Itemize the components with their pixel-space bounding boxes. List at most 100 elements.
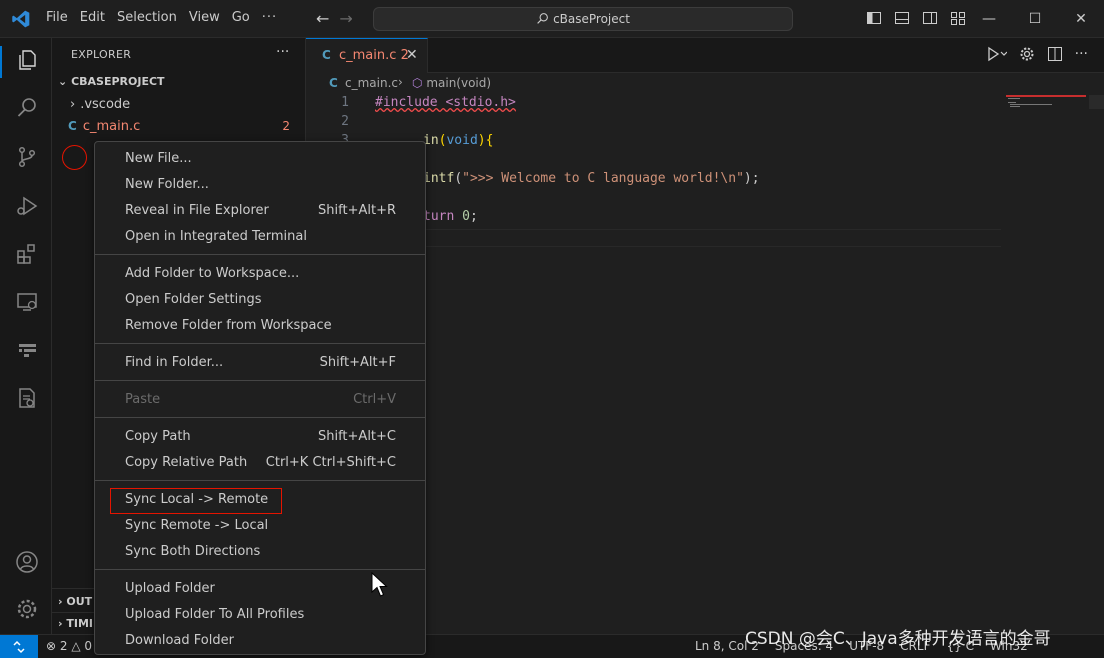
- code-line-1: #include <stdio.h>: [375, 95, 516, 110]
- annotation-circle: [62, 145, 87, 170]
- error-icon: ⊗: [46, 639, 57, 653]
- line-number: 2: [341, 114, 349, 129]
- chevron-right-icon: ›: [70, 97, 76, 112]
- function-cube-icon: ⬡: [412, 76, 423, 90]
- menu-bar: File Edit Selection View Go ···: [40, 10, 283, 25]
- toggle-primary-sidebar-icon[interactable]: [866, 10, 882, 26]
- tab-label: c_main.c 2: [339, 48, 409, 63]
- remote-indicator-icon[interactable]: [0, 635, 38, 658]
- layout-controls: [866, 10, 966, 26]
- menu-item-copy-relative-path[interactable]: Copy Relative Path Ctrl+K Ctrl+Shift+C: [95, 450, 425, 476]
- menu-item-open-folder-settings[interactable]: Open Folder Settings: [95, 287, 425, 313]
- code-line-7: turn 0;: [423, 209, 478, 224]
- run-debug-icon[interactable]: [14, 193, 40, 219]
- tree-item-label: c_main.c: [82, 119, 141, 134]
- timeline-section-label: TIMI: [66, 617, 94, 630]
- menu-go[interactable]: Go: [226, 10, 256, 25]
- menu-more[interactable]: ···: [256, 10, 283, 25]
- current-line-highlight: [370, 229, 1001, 247]
- menu-edit[interactable]: Edit: [74, 10, 111, 25]
- timeline-section-header[interactable]: › TIMI: [58, 617, 93, 630]
- toggle-secondary-sidebar-icon[interactable]: [922, 10, 938, 26]
- menu-item-sync-both[interactable]: Sync Both Directions: [95, 539, 425, 565]
- chevron-down-icon: ⌄: [58, 75, 68, 88]
- menu-item-new-folder[interactable]: New Folder...: [95, 172, 425, 198]
- tree-item-label: .vscode: [80, 97, 131, 112]
- activity-bar: [0, 38, 52, 634]
- account-icon[interactable]: [14, 549, 40, 575]
- overview-ruler[interactable]: [1089, 95, 1104, 109]
- close-icon[interactable]: ✕: [406, 47, 418, 63]
- breadcrumb-file[interactable]: c_main.c: [345, 76, 398, 90]
- chevron-right-icon: ›: [398, 75, 403, 89]
- menu-selection[interactable]: Selection: [111, 10, 183, 25]
- minimap[interactable]: [1006, 95, 1096, 135]
- menu-separator: [95, 343, 425, 344]
- search-icon: [537, 13, 548, 24]
- project-folder-header[interactable]: ⌄ CBASEPROJECT: [58, 75, 165, 88]
- menu-separator: [95, 569, 425, 570]
- line-number: 1: [341, 95, 349, 110]
- watermark: CSDN @会C、Java多种开发语言的金哥: [745, 629, 1051, 649]
- extensions-icon[interactable]: [14, 241, 40, 267]
- c-file-icon: C: [329, 76, 338, 90]
- problems-badge: 2: [282, 119, 290, 133]
- menu-file[interactable]: File: [40, 10, 74, 25]
- split-editor-icon[interactable]: [1047, 46, 1063, 62]
- tree-item-c-main-file[interactable]: Cc_main.c 2: [68, 119, 306, 134]
- explorer-icon[interactable]: [14, 47, 40, 73]
- settings-gear-icon[interactable]: [14, 596, 40, 622]
- active-indicator: [0, 46, 2, 78]
- close-icon[interactable]: ✕: [1058, 0, 1104, 38]
- breadcrumb: C c_main.c › ⬡ main(void): [306, 73, 1104, 95]
- menu-item-upload-all-profiles[interactable]: Upload Folder To All Profiles: [95, 602, 425, 628]
- c-file-icon: C: [68, 119, 77, 133]
- menu-item-add-folder-workspace[interactable]: Add Folder to Workspace...: [95, 261, 425, 287]
- warning-count: 0: [84, 639, 93, 653]
- back-arrow-icon[interactable]: ←: [316, 9, 329, 28]
- menu-item-remove-folder[interactable]: Remove Folder from Workspace: [95, 313, 425, 339]
- editor-actions: ···: [985, 46, 1088, 62]
- menu-item-reveal-in-explorer[interactable]: Reveal in File Explorer Shift+Alt+R: [95, 198, 425, 224]
- sidebar-more-actions[interactable]: ···: [276, 44, 289, 60]
- navigation-arrows: ← →: [316, 9, 353, 28]
- menu-view[interactable]: View: [183, 10, 226, 25]
- tab-c-main[interactable]: C c_main.c 2 ✕: [306, 38, 428, 73]
- run-debug-dropdown-icon[interactable]: [985, 46, 1007, 62]
- menu-item-new-file[interactable]: New File...: [95, 146, 425, 172]
- warning-icon: △: [71, 639, 81, 653]
- sidebar-title: EXPLORER: [71, 48, 132, 61]
- outline-section-header[interactable]: › OUT: [58, 595, 92, 608]
- menu-separator: [95, 380, 425, 381]
- minimap-lines: [1008, 98, 1052, 107]
- docs-icon[interactable]: [14, 385, 40, 411]
- vscode-logo-icon: [12, 10, 30, 28]
- menu-item-open-terminal[interactable]: Open in Integrated Terminal: [95, 224, 425, 250]
- menu-item-copy-path[interactable]: Copy Path Shift+Alt+C: [95, 424, 425, 450]
- chevron-right-icon: ›: [58, 617, 63, 630]
- more-actions-icon[interactable]: ···: [1075, 46, 1088, 62]
- code-line-3: in(void){: [423, 133, 494, 148]
- source-control-icon[interactable]: [14, 144, 40, 170]
- menu-item-sync-remote-local[interactable]: Sync Remote -> Local: [95, 513, 425, 539]
- minimap-error-marker: [1006, 95, 1086, 97]
- menu-item-find-in-folder[interactable]: Find in Folder... Shift+Alt+F: [95, 350, 425, 376]
- customize-layout-icon[interactable]: [950, 10, 966, 26]
- command-center-search[interactable]: cBaseProject: [373, 7, 793, 31]
- minimize-icon[interactable]: —: [966, 0, 1012, 38]
- tree-item-vscode-folder[interactable]: › .vscode: [70, 97, 130, 112]
- toggle-panel-icon[interactable]: [894, 10, 910, 26]
- breadcrumb-symbol[interactable]: ⬡ main(void): [412, 76, 491, 90]
- settings-gear-icon[interactable]: [1019, 46, 1035, 62]
- remote-explorer-icon[interactable]: [14, 289, 40, 315]
- code-line-5: intf(">>> Welcome to C language world!\n…: [423, 171, 760, 186]
- menu-item-paste: Paste Ctrl+V: [125, 392, 396, 407]
- maximize-icon[interactable]: ☐: [1012, 0, 1058, 38]
- search-icon[interactable]: [14, 95, 40, 121]
- forward-arrow-icon[interactable]: →: [339, 9, 352, 28]
- mouse-cursor-icon: [371, 572, 388, 597]
- menu-item-download-folder[interactable]: Download Folder: [95, 628, 425, 654]
- annotation-highlight-box: [110, 488, 282, 514]
- sftp-icon[interactable]: [14, 337, 40, 363]
- problems-status[interactable]: ⊗ 2 △ 0: [46, 639, 92, 653]
